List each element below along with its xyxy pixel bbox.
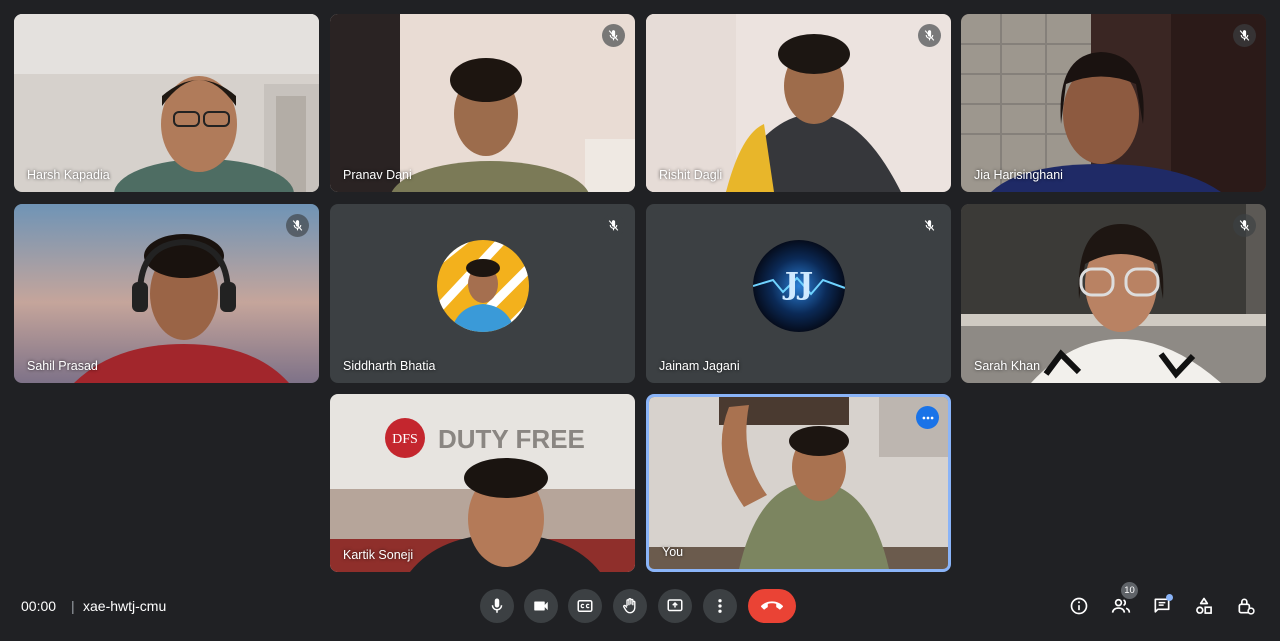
participant-name: Sarah Khan [974, 359, 1041, 373]
participant-tile-rishit[interactable]: Rishit Dagli [646, 14, 951, 192]
avatar: JJ [752, 240, 845, 333]
participant-name: Pranav Dani [343, 168, 412, 182]
present-screen-icon[interactable] [658, 589, 692, 623]
video-feed: DFS DUTY FREE [330, 394, 635, 572]
participant-tile-harsh[interactable]: Harsh Kapadia [14, 14, 319, 192]
muted-mic-icon [1233, 24, 1256, 47]
more-options-icon[interactable] [703, 589, 737, 623]
participant-name: You [662, 545, 684, 559]
meeting-code: xae-hwtj-cmu [83, 598, 167, 614]
participant-name: Siddharth Bhatia [343, 359, 436, 373]
video-feed [14, 204, 319, 383]
muted-mic-icon [602, 214, 625, 237]
chat-notification-dot [1166, 594, 1173, 601]
meeting-time: 00:00 [21, 598, 57, 614]
participant-name: Jainam Jagani [659, 359, 740, 373]
avatar [436, 240, 529, 333]
host-controls-icon[interactable] [1234, 594, 1258, 618]
video-feed [961, 14, 1266, 192]
captions-icon[interactable] [568, 589, 602, 623]
participant-tile-jainam[interactable]: JJ Jainam Jagani [646, 204, 951, 383]
participant-tile-pranav[interactable]: Pranav Dani [330, 14, 635, 192]
participant-name: Kartik Soneji [343, 548, 414, 562]
separator: | [71, 598, 75, 614]
video-feed [330, 14, 635, 192]
video-feed [646, 14, 951, 192]
hang-up-icon[interactable] [748, 589, 796, 623]
participant-count-badge: 10 [1121, 582, 1138, 599]
participant-name: Jia Harisinghani [974, 168, 1063, 182]
raise-hand-icon[interactable] [613, 589, 647, 623]
muted-mic-icon [918, 214, 941, 237]
participant-tile-sarah[interactable]: Sarah Khan [961, 204, 1266, 383]
camera-icon[interactable] [524, 589, 558, 623]
video-feed [961, 204, 1266, 383]
avatar-initials: JJ [781, 267, 812, 302]
microphone-icon[interactable] [480, 589, 514, 623]
participant-tile-jia[interactable]: Jia Harisinghani [961, 14, 1266, 192]
participant-tile-siddharth[interactable]: Siddharth Bhatia [330, 204, 635, 383]
participant-name: Rishit Dagli [659, 168, 723, 182]
participant-name: Sahil Prasad [27, 359, 98, 373]
participant-name: Harsh Kapadia [27, 168, 110, 182]
control-bar: 00:00 | xae-hwtj-cmu [0, 574, 1280, 641]
more-options-icon[interactable] [916, 406, 939, 429]
meeting-info-icon[interactable] [1067, 594, 1091, 618]
muted-mic-icon [1233, 214, 1256, 237]
muted-mic-icon [918, 24, 941, 47]
sign-brand-text: DFS [392, 432, 418, 447]
participant-tile-kartik[interactable]: DFS DUTY FREE Kartik Soneji [330, 394, 635, 572]
video-feed [14, 14, 319, 192]
muted-mic-icon [286, 214, 309, 237]
sign-text: DUTY FREE [438, 424, 585, 454]
participant-tile-you[interactable]: You [646, 394, 951, 572]
participant-tile-sahil[interactable]: Sahil Prasad [14, 204, 319, 383]
muted-mic-icon [602, 24, 625, 47]
video-feed [649, 397, 948, 569]
activities-icon[interactable] [1192, 594, 1216, 618]
